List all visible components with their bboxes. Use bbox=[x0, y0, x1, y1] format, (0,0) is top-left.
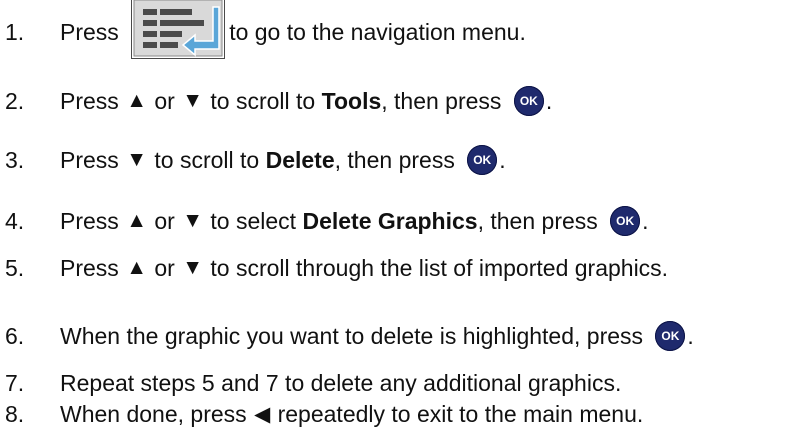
up-arrow-key-icon: ▲ bbox=[126, 256, 147, 279]
step-text-segment: . bbox=[545, 87, 553, 114]
down-arrow-key-icon: ▼ bbox=[126, 148, 147, 171]
step-text-segment: repeatedly to exit to the main menu. bbox=[271, 400, 644, 427]
step-text: Press ▲ or ▼ to scroll through the list … bbox=[60, 255, 668, 282]
step-text: Repeat steps 5 and 7 to delete any addit… bbox=[60, 370, 621, 397]
step-text: When the graphic you want to delete is h… bbox=[60, 321, 694, 351]
menu-item-name: Delete Graphics bbox=[302, 207, 478, 234]
step-number: 1. bbox=[5, 18, 25, 45]
step-text-segment: Press bbox=[60, 207, 126, 234]
ok-button-icon: OK bbox=[610, 206, 641, 236]
up-arrow-key-icon: ▲ bbox=[126, 209, 147, 232]
ok-button-icon: OK bbox=[655, 321, 686, 351]
down-arrow-key-icon: ▼ bbox=[182, 89, 204, 112]
step-text: Press ▲ or ▼ to scroll to Tools, then pr… bbox=[60, 86, 552, 116]
step-text-segment: , then press bbox=[477, 207, 605, 234]
step-text-segment: to go to the navigation menu. bbox=[229, 18, 526, 45]
step-text-segment: . bbox=[642, 207, 649, 234]
up-arrow-key-icon: ▲ bbox=[126, 89, 147, 112]
step-number: 2. bbox=[5, 87, 25, 114]
navigation-menu-icon bbox=[131, 0, 226, 59]
step-text-segment: to scroll through the list of imported g… bbox=[204, 254, 669, 281]
step-text-segment: to select bbox=[204, 207, 303, 234]
step-text-segment: Press bbox=[60, 146, 126, 173]
step-text-segment: . bbox=[687, 322, 694, 349]
step-text-segment: or bbox=[147, 207, 182, 234]
step-text-segment: or bbox=[147, 254, 182, 281]
step-text-segment: Press bbox=[60, 87, 126, 114]
left-arrow-key-icon: ◀ bbox=[254, 402, 271, 426]
step-text: Press ▼ to scroll to Delete, then press … bbox=[60, 145, 506, 175]
step-text-segment: or bbox=[147, 87, 182, 114]
step-number: 8. bbox=[5, 400, 25, 427]
step-text: When done, press ◀ repeatedly to exit to… bbox=[60, 401, 643, 428]
ok-button-icon: OK bbox=[467, 145, 498, 175]
step-text-segment: to scroll to bbox=[204, 87, 322, 114]
menu-item-name: Tools bbox=[321, 87, 382, 114]
step-text-segment: Press bbox=[60, 18, 126, 45]
step-text-segment: Press bbox=[60, 254, 126, 281]
ok-button-icon: OK bbox=[513, 86, 544, 116]
step-text-segment: When the graphic you want to delete is h… bbox=[60, 322, 650, 349]
step-text-segment: , then press bbox=[334, 146, 462, 173]
step-number: 4. bbox=[5, 207, 25, 234]
step-text-segment: , then press bbox=[381, 87, 508, 114]
down-arrow-key-icon: ▼ bbox=[182, 256, 204, 279]
step-text-segment: . bbox=[499, 146, 506, 173]
step-text: Press to go to the navigation menu. bbox=[60, 0, 526, 63]
step-number: 5. bbox=[5, 254, 25, 281]
step-number: 6. bbox=[5, 322, 25, 349]
down-arrow-key-icon: ▼ bbox=[182, 209, 204, 232]
step-text: Press ▲ or ▼ to select Delete Graphics, … bbox=[60, 206, 649, 236]
step-number: 7. bbox=[5, 369, 25, 396]
step-text-segment: When done, press bbox=[60, 400, 254, 427]
step-text-segment: Repeat steps 5 and 7 to delete any addit… bbox=[60, 369, 622, 396]
step-number: 3. bbox=[5, 146, 25, 173]
step-text-segment: to scroll to bbox=[147, 146, 266, 173]
menu-item-name: Delete bbox=[265, 146, 335, 173]
